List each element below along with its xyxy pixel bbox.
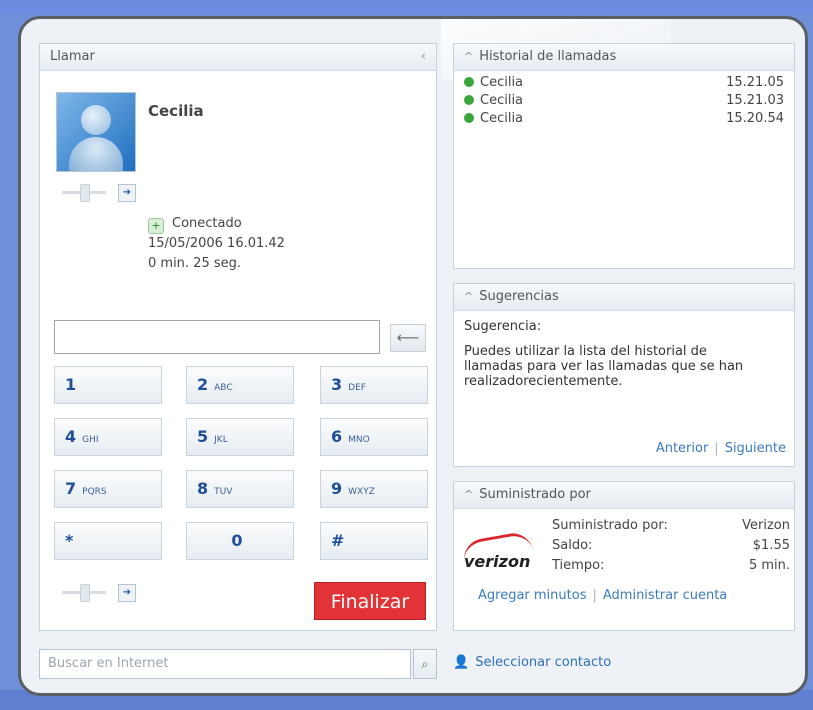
provider-row: Suministrado por: Verizon (552, 516, 790, 536)
history-header[interactable]: ^ Historial de llamadas (454, 44, 794, 71)
connected-icon: + (148, 218, 164, 234)
collapse-caret-icon[interactable]: ^ (464, 488, 473, 501)
web-search-input[interactable]: Buscar en Internet (39, 649, 411, 679)
key-4[interactable]: 4 GHI (54, 418, 162, 456)
end-call-button[interactable]: Finalizar (314, 582, 426, 620)
dial-input[interactable] (54, 320, 380, 354)
contact-icon: 👤 (453, 655, 470, 670)
history-item-time: 15.21.03 (726, 93, 784, 108)
status-text: Conectado (172, 216, 242, 231)
collapse-caret-icon[interactable]: ^ (464, 50, 473, 63)
avatar-body (69, 137, 123, 171)
key-8[interactable]: 8 TUV (186, 470, 294, 508)
add-minutes-link[interactable]: Agregar minutos (478, 588, 586, 603)
desktop-background (0, 0, 813, 14)
select-contact-link[interactable]: 👤 Seleccionar contacto (453, 655, 611, 670)
key-star[interactable]: * (54, 522, 162, 560)
messenger-call-window: Llamar ‹ Cecilia ➜ + Conectado 15/05/2006… (18, 16, 808, 696)
verizon-logo: verizon (460, 524, 548, 580)
success-icon (464, 95, 474, 105)
history-item[interactable]: Cecilia 15.20.54 (454, 111, 794, 129)
next-link[interactable]: Siguiente (725, 441, 786, 456)
speaker-volume-control[interactable]: ➜ (62, 184, 142, 202)
speaker-volume-knob[interactable] (80, 184, 90, 202)
call-panel: Llamar ‹ Cecilia ➜ + Conectado 15/05/2006… (39, 43, 437, 631)
suggestions-panel: ^ Sugerencias Sugerencia: Puedes utilizar… (453, 283, 795, 467)
history-title: Historial de llamadas (479, 49, 617, 64)
suggestions-header[interactable]: ^ Sugerencias (454, 284, 794, 311)
success-icon (464, 113, 474, 123)
provider-panel: ^ Suministrado por verizon Suministrado p… (453, 481, 795, 631)
history-item-time: 15.21.05 (726, 75, 784, 90)
separator: | (714, 441, 719, 456)
suggestion-heading: Sugerencia: (464, 319, 542, 334)
key-2[interactable]: 2 ABC (186, 366, 294, 404)
call-duration: 0 min. 25 seg. (148, 256, 242, 271)
suggestions-title: Sugerencias (479, 289, 559, 304)
mic-volume-control[interactable]: ➜ (62, 584, 142, 602)
key-9[interactable]: 9 WXYZ (320, 470, 428, 508)
call-status: + Conectado 15/05/2006 16.01.42 0 min. 25… (148, 214, 285, 274)
history-item-name: Cecilia (480, 93, 524, 108)
provider-row-label: Suministrado por: (552, 518, 668, 533)
call-panel-title: Llamar (50, 49, 95, 64)
provider-header[interactable]: ^ Suministrado por (454, 482, 794, 509)
history-item-name: Cecilia (480, 111, 524, 126)
logo-wordmark: verizon (464, 552, 531, 571)
key-3[interactable]: 3 DEF (320, 366, 428, 404)
key-1[interactable]: 1 (54, 366, 162, 404)
previous-link[interactable]: Anterior (656, 441, 708, 456)
history-item[interactable]: Cecilia 15.21.03 (454, 93, 794, 111)
manage-account-link[interactable]: Administrar cuenta (603, 588, 727, 603)
provider-links: Agregar minutos | Administrar cuenta (478, 588, 727, 603)
separator: | (592, 588, 597, 603)
history-item-time: 15.20.54 (726, 111, 784, 126)
suggestion-nav: Anterior | Siguiente (656, 441, 786, 456)
history-item[interactable]: Cecilia 15.21.05 (454, 75, 794, 93)
contact-name: Cecilia (148, 102, 204, 120)
key-7[interactable]: 7 PQRS (54, 470, 162, 508)
success-icon (464, 77, 474, 87)
select-contact-label: Seleccionar contacto (475, 655, 612, 670)
history-list: Cecilia 15.21.05 Cecilia 15.21.03 Cecili… (454, 71, 794, 129)
speaker-volume-icon[interactable]: ➜ (118, 184, 136, 202)
key-6[interactable]: 6 MNO (320, 418, 428, 456)
collapse-caret-icon[interactable]: ^ (464, 290, 473, 303)
key-5[interactable]: 5 JKL (186, 418, 294, 456)
avatar-head (81, 105, 111, 135)
contact-avatar (56, 92, 136, 172)
provider-title: Suministrado por (479, 487, 591, 502)
provider-row-value: Verizon (742, 518, 790, 533)
call-history-panel: ^ Historial de llamadas Cecilia 15.21.05 … (453, 43, 795, 269)
balance-label: Saldo: (552, 538, 593, 553)
call-datetime: 15/05/2006 16.01.42 (148, 236, 285, 251)
key-0[interactable]: 0 (186, 522, 294, 560)
key-hash[interactable]: # (320, 522, 428, 560)
time-value: 5 min. (748, 558, 790, 573)
suggestion-text: Puedes utilizar la lista del historial d… (464, 344, 744, 389)
mic-volume-knob[interactable] (80, 584, 90, 602)
call-panel-header: Llamar ‹ (40, 44, 436, 71)
backspace-button[interactable]: ⟵ (390, 324, 426, 352)
history-item-name: Cecilia (480, 75, 524, 90)
collapse-left-icon[interactable]: ‹ (421, 44, 426, 70)
time-row: Tiempo: 5 min. (552, 556, 790, 576)
time-label: Tiempo: (552, 558, 605, 573)
balance-row: Saldo: $1.55 (552, 536, 790, 556)
search-icon[interactable]: ⌕ (413, 649, 437, 679)
provider-details: Suministrado por: Verizon Saldo: $1.55 Tie… (552, 516, 790, 576)
balance-value: $1.55 (752, 538, 790, 553)
mic-volume-icon[interactable]: ➜ (118, 584, 136, 602)
